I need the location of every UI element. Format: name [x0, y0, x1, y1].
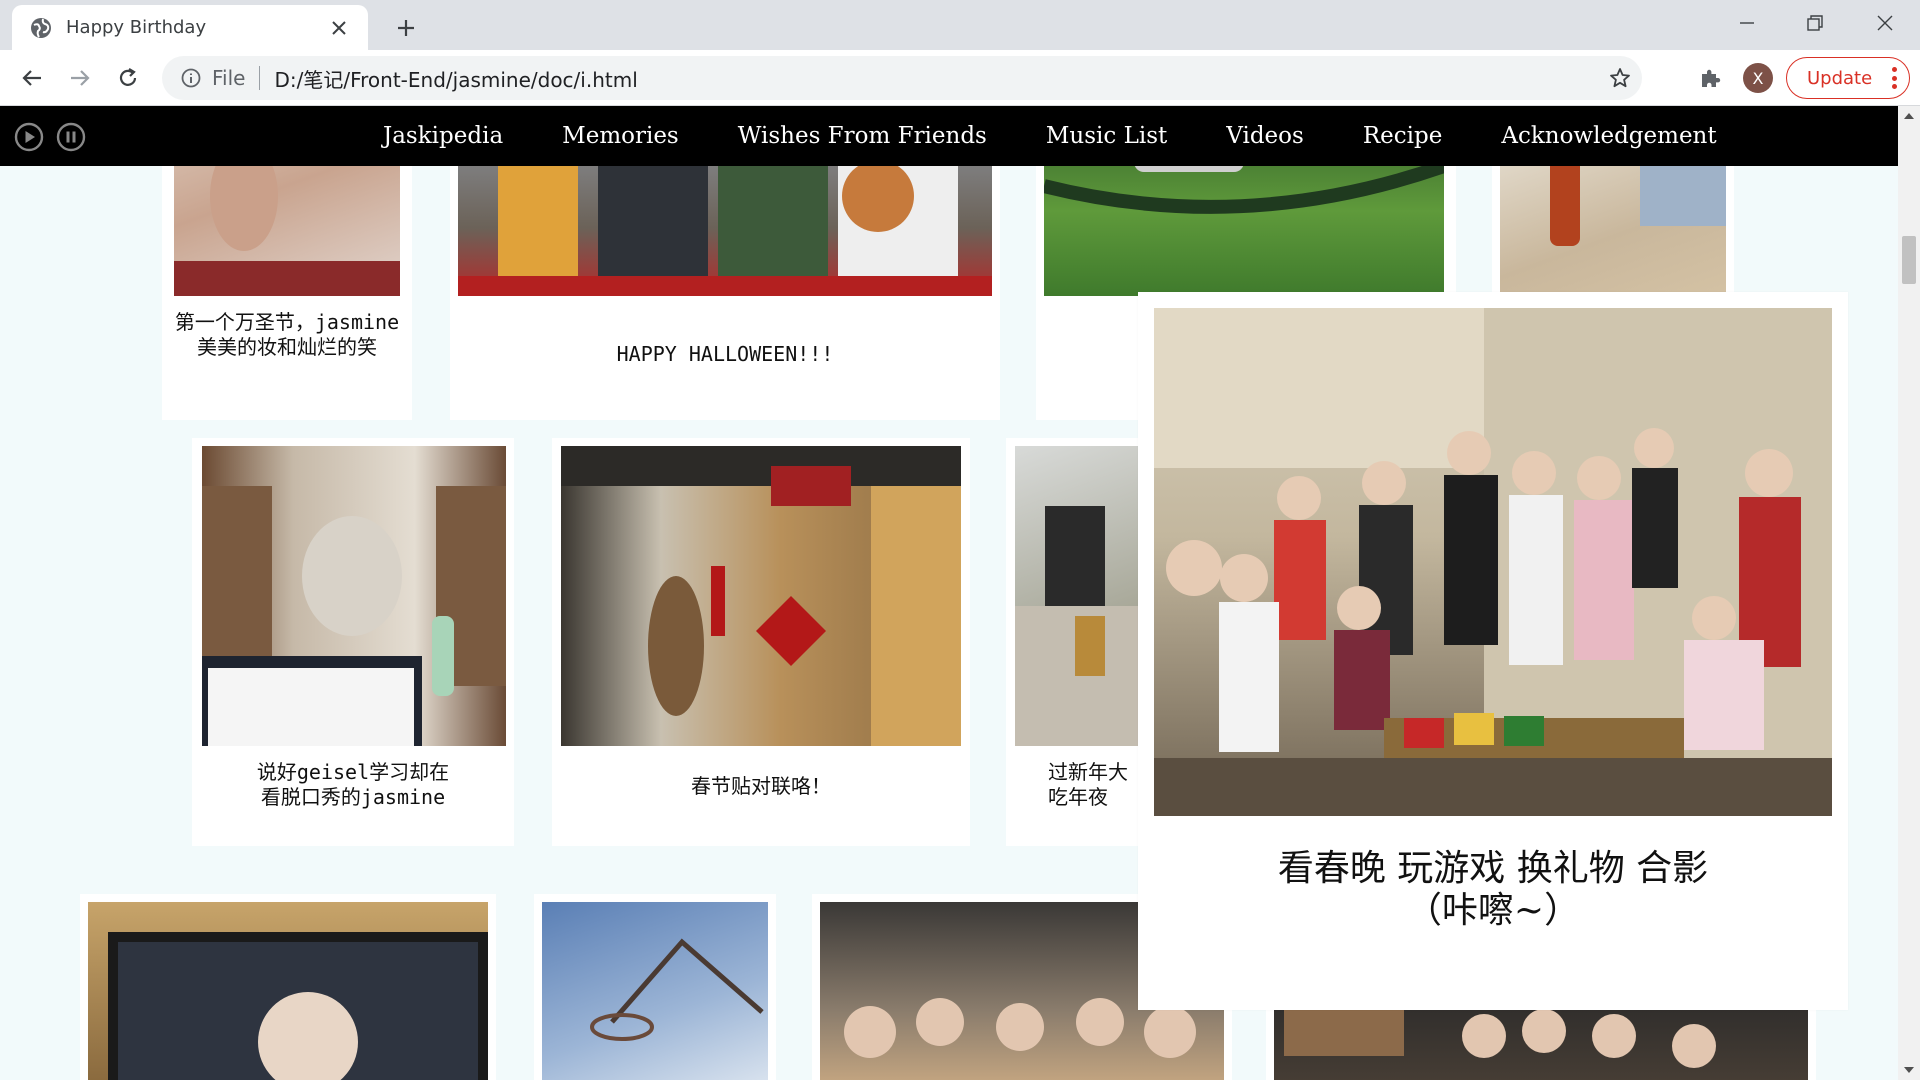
nav-links: Jaskipedia Memories Wishes From Friends …	[350, 106, 1743, 166]
restore-button[interactable]	[1782, 5, 1848, 41]
nav-link-recipe[interactable]: Recipe	[1363, 123, 1443, 149]
caption-text: 过新年大 吃年夜	[1048, 760, 1128, 809]
photo-spring-festival-party	[1154, 308, 1832, 816]
scroll-up-arrow-icon[interactable]	[1898, 106, 1920, 126]
pause-icon[interactable]	[56, 122, 86, 152]
site-nav: Jaskipedia Memories Wishes From Friends …	[0, 106, 1898, 166]
info-icon[interactable]	[180, 67, 202, 89]
close-window-button[interactable]	[1852, 5, 1918, 41]
forward-button[interactable]	[62, 60, 98, 96]
minimize-button[interactable]	[1714, 5, 1780, 41]
caption-text: HAPPY HALLOWEEN!!!	[616, 342, 834, 366]
photo-spring-couplets	[561, 446, 961, 746]
card-caption: 春节贴对联咯！	[552, 774, 970, 799]
photo-basketball-hoop	[542, 902, 768, 1080]
caption-text: 看春晚 玩游戏 换礼物 合影 （咔嚓~）	[1277, 848, 1709, 931]
tab-title: Happy Birthday	[66, 17, 207, 38]
tab-strip: Happy Birthday	[0, 0, 1920, 50]
nav-link-music-list[interactable]: Music List	[1046, 123, 1167, 149]
memory-card[interactable]	[534, 894, 776, 1080]
url-text[interactable]: D:/笔记/Front-End/jasmine/doc/i.html	[274, 64, 1598, 93]
browser-tab[interactable]: Happy Birthday	[12, 5, 368, 50]
memory-card[interactable]	[80, 894, 496, 1080]
close-icon[interactable]	[326, 15, 352, 41]
enlarged-memory-card[interactable]: 看春晚 玩游戏 换礼物 合影 （咔嚓~）	[1138, 292, 1848, 1010]
scroll-down-arrow-icon[interactable]	[1898, 1060, 1920, 1080]
url-scheme: File	[212, 66, 246, 90]
nav-link-acknowledgement[interactable]: Acknowledgement	[1501, 123, 1716, 149]
browser-toolbar: File D:/笔记/Front-End/jasmine/doc/i.html …	[0, 50, 1920, 106]
back-button[interactable]	[14, 60, 50, 96]
star-icon[interactable]	[1598, 56, 1642, 100]
update-button[interactable]: Update	[1786, 57, 1910, 99]
play-icon[interactable]	[14, 122, 44, 152]
kebab-menu-icon[interactable]	[1891, 67, 1897, 89]
page-viewport: Jaskipedia Memories Wishes From Friends …	[0, 106, 1920, 1080]
popup-caption: 看春晚 玩游戏 换礼物 合影 （咔嚓~）	[1138, 848, 1848, 932]
nav-link-memories[interactable]: Memories	[562, 123, 679, 149]
globe-icon	[30, 17, 52, 39]
nav-link-wishes[interactable]: Wishes From Friends	[738, 123, 987, 149]
address-bar[interactable]: File D:/笔记/Front-End/jasmine/doc/i.html	[162, 56, 1642, 100]
puzzle-icon[interactable]	[1694, 62, 1726, 94]
page-scrollbar[interactable]	[1898, 106, 1920, 1080]
avatar[interactable]: X	[1743, 63, 1773, 93]
scrollbar-thumb[interactable]	[1902, 236, 1916, 284]
new-tab-button[interactable]	[390, 12, 422, 44]
nav-link-jaskipedia[interactable]: Jaskipedia	[383, 123, 503, 149]
memory-card[interactable]: 春节贴对联咯！	[552, 438, 970, 846]
card-caption: 说好geisel学习却在 看脱口秀的jasmine	[192, 760, 514, 810]
nav-link-videos[interactable]: Videos	[1226, 123, 1304, 149]
photo-geisel-library	[202, 446, 506, 746]
memory-card[interactable]: 说好geisel学习却在 看脱口秀的jasmine	[192, 438, 514, 846]
card-caption: 第一个万圣节，jasmine 美美的妆和灿烂的笑	[162, 310, 412, 360]
caption-text: 第一个万圣节，jasmine 美美的妆和灿烂的笑	[174, 310, 400, 359]
reload-button[interactable]	[110, 60, 146, 96]
update-label: Update	[1807, 67, 1873, 89]
memory-card[interactable]: 第一个万圣节，jasmine 美美的妆和灿烂的笑	[162, 126, 412, 420]
caption-text: 说好geisel学习却在 看脱口秀的jasmine	[256, 760, 450, 809]
photo-video-call	[88, 902, 488, 1080]
url-separator	[259, 66, 261, 90]
caption-text: 春节贴对联咯！	[691, 774, 831, 798]
card-caption: HAPPY HALLOWEEN!!!	[450, 342, 1000, 367]
memory-card[interactable]: HAPPY HALLOWEEN!!!	[450, 126, 1000, 420]
